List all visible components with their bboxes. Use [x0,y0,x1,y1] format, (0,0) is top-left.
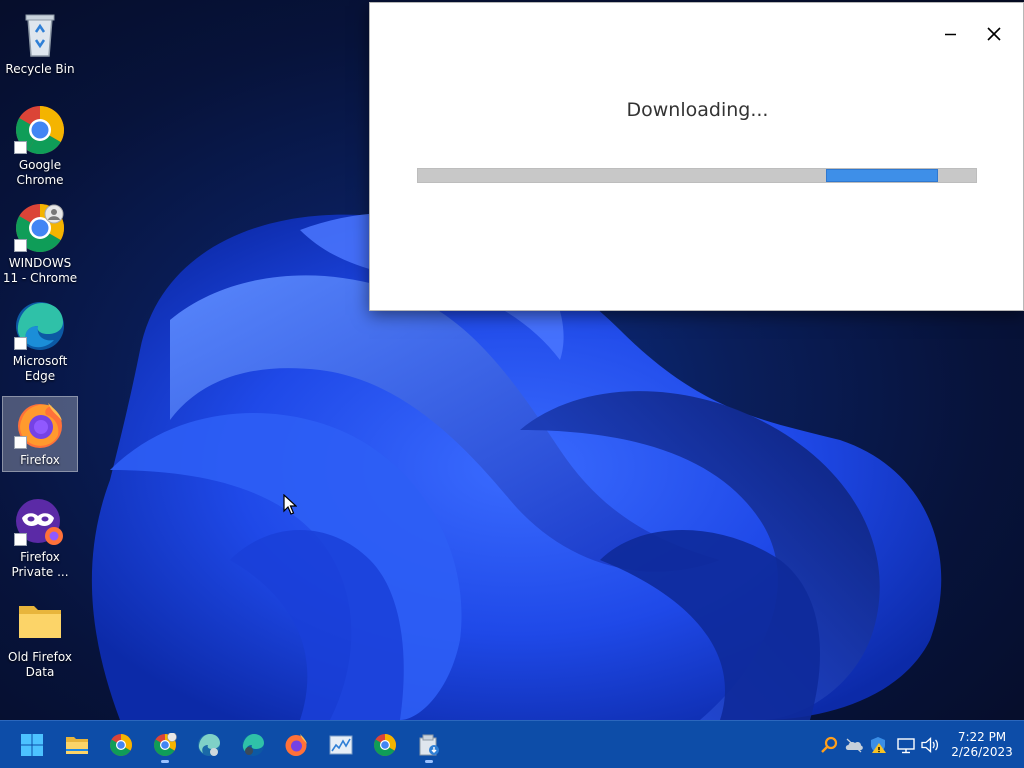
progress-marquee [826,169,938,182]
taskbar-chrome-profile[interactable] [147,727,183,763]
edge-dev-icon [242,734,264,756]
desktop-icon-old-firefox-data[interactable]: Old Firefox Data [2,594,78,683]
taskbar: 7:22 PM 2/26/2023 [0,720,1024,768]
network-icon [897,738,915,754]
active-indicator [425,760,433,763]
taskbar-clock[interactable]: 7:22 PM 2/26/2023 [944,730,1020,760]
taskbar-firefox[interactable] [278,727,314,763]
desktop-icon-microsoft-edge[interactable]: Microsoft Edge [2,298,78,387]
download-status-text: Downloading... [626,99,769,121]
chrome-profile-icon [154,733,177,756]
taskbar-file-explorer[interactable] [59,727,95,763]
shortcut-arrow-icon [14,533,27,546]
taskbar-chrome[interactable] [103,727,139,763]
desktop-icon-label: Microsoft Edge [12,354,68,383]
clock-date: 2/26/2023 [951,745,1013,759]
file-explorer-icon [66,737,88,754]
desktop-icon-label: Google Chrome [16,158,64,187]
edge-icon [14,300,66,352]
tray-security[interactable] [868,735,888,755]
recycle-bin-icon [14,8,66,60]
running-indicator [161,760,169,763]
firefox-icon [14,399,66,451]
folder-icon [14,596,66,648]
start-button[interactable] [14,727,50,763]
tray-network[interactable] [896,735,916,755]
close-button[interactable] [974,15,1014,55]
taskbar-chrome-2[interactable] [367,727,403,763]
minimize-button[interactable] [930,15,970,55]
tray-onedrive[interactable] [844,735,864,755]
start-icon [21,734,43,756]
download-progress-bar [417,168,977,183]
mouse-cursor-icon [283,494,297,515]
security-warning-icon [871,737,886,753]
taskbar-edge-dev[interactable] [235,727,271,763]
task-manager-icon [329,735,353,755]
desktop-icon-label: WINDOWS 11 - Chrome [2,256,78,285]
firefox-private-icon [14,496,66,548]
tray-volume[interactable] [920,735,940,755]
chrome-icon [110,734,132,756]
close-icon [987,27,1001,41]
edge-beta-icon [198,734,220,756]
shortcut-arrow-icon [14,141,27,154]
tray-search-key[interactable] [820,735,840,755]
chrome-profile-icon [14,202,66,254]
onedrive-icon [845,738,863,753]
chrome-icon [14,104,66,156]
taskbar-edge-beta[interactable] [191,727,227,763]
chrome-icon [374,734,396,756]
desktop-icon-windows-11-chrome[interactable]: WINDOWS 11 - Chrome [2,200,78,289]
desktop-icon-label: Recycle Bin [5,62,75,76]
taskbar-installer[interactable] [411,727,447,763]
taskbar-task-manager[interactable] [323,727,359,763]
search-key-icon [821,736,838,753]
shortcut-arrow-icon [14,337,27,350]
desktop-icon-firefox[interactable]: Firefox [2,396,78,472]
volume-icon [921,737,939,753]
desktop-icon-label: Old Firefox Data [8,650,72,679]
shortcut-arrow-icon [14,239,27,252]
desktop-icon-firefox-private[interactable]: Firefox Private ... [2,494,78,583]
desktop-icon-recycle-bin[interactable]: Recycle Bin [2,6,78,80]
clock-time: 7:22 PM [957,730,1007,744]
desktop-icon-label: Firefox [20,453,60,467]
installer-icon [419,734,439,756]
minimize-icon [945,33,956,36]
download-dialog[interactable]: Downloading... [369,2,1024,311]
desktop-icon-google-chrome[interactable]: Google Chrome [2,102,78,191]
firefox-icon [285,734,307,756]
shortcut-arrow-icon [14,436,27,449]
desktop-icon-label: Firefox Private ... [11,550,69,579]
